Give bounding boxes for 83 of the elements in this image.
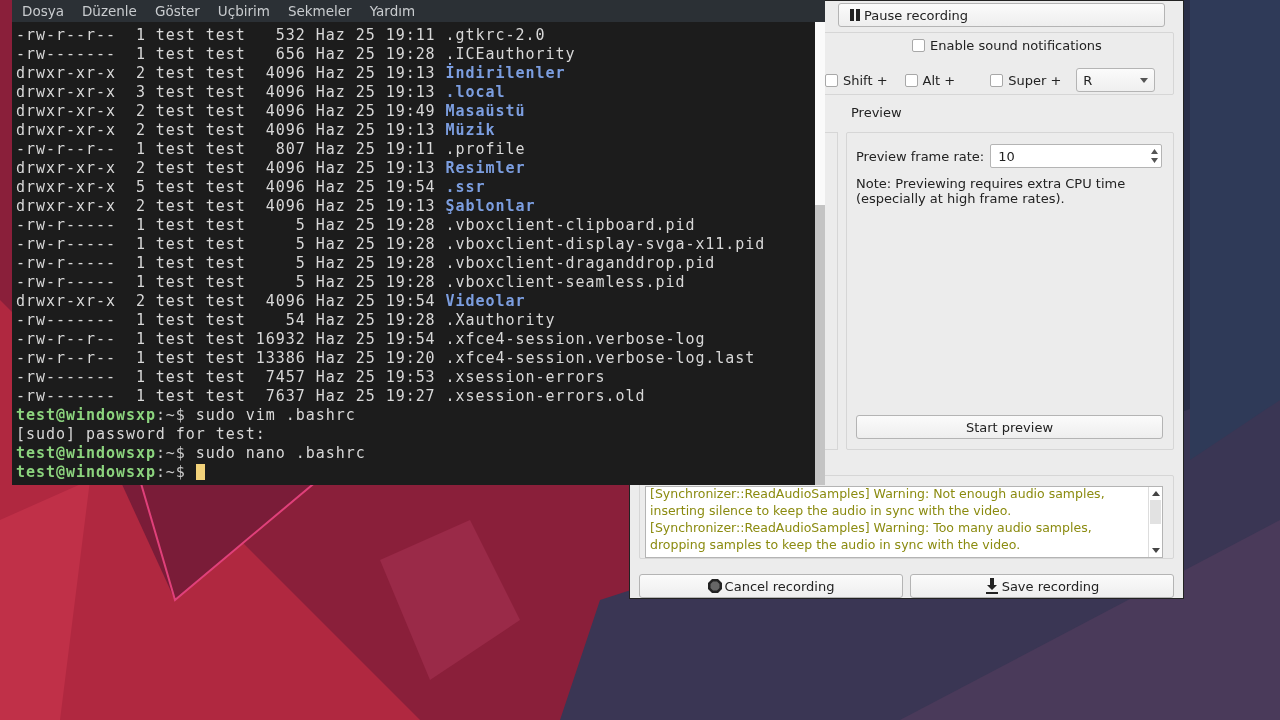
menu-item[interactable]: Düzenle (81, 3, 137, 19)
file-details: drwxr-xr-x 2 test test 4096 Haz 25 19:13 (16, 121, 437, 139)
file-name: Şablonlar (445, 197, 536, 215)
menu-item[interactable]: Yardım (369, 3, 416, 19)
checkbox[interactable] (904, 73, 918, 87)
file-details: -rw-r--r-- 1 test test 807 Haz 25 19:11 (16, 140, 437, 158)
file-details: drwxr-xr-x 5 test test 4096 Haz 25 19:54 (16, 178, 437, 196)
key-dropdown[interactable]: R (1076, 68, 1156, 92)
prompt-path: :~$ (155, 444, 186, 462)
file-name: Masaüstü (445, 102, 526, 120)
prompt-path: :~$ (155, 463, 186, 481)
frame-rate-field[interactable]: 10 (990, 144, 1163, 168)
cancel-button[interactable]: Cancel recording (639, 574, 903, 598)
file-details: -rw-r----- 1 test test 5 Haz 25 19:28 (16, 216, 437, 234)
prompt-user: test@windowsxp (16, 463, 156, 481)
command-text: sudo vim .bashrc (195, 406, 356, 424)
file-details: drwxr-xr-x 2 test test 4096 Haz 25 19:13 (16, 197, 437, 215)
file-name: İndirilenler (445, 64, 566, 82)
prompt-user: test@windowsxp (16, 406, 156, 424)
file-name: .xfce4-session.verbose-log (445, 330, 706, 348)
file-details: drwxr-xr-x 2 test test 4096 Haz 25 19:49 (16, 102, 437, 120)
file-details: -rw-r--r-- 1 test test 16932 Haz 25 19:54 (16, 330, 437, 348)
section-title: Preview (851, 105, 903, 122)
file-name: .vboxclient-clipboard.pid (445, 216, 696, 234)
log-message: [Synchronizer::ReadAudioSamples] Warning: Too many audio samples, dropping samples to keep the audio in sync with the video. (650, 519, 1093, 553)
file-name: Müzik (445, 121, 496, 139)
checkbox-label: Enable sound notifications (930, 38, 1102, 53)
file-name: .xfce4-session.verbose-log.last (445, 349, 756, 367)
file-name: .ICEauthority (445, 45, 576, 63)
file-details: -rw------- 1 test test 7457 Haz 25 19:53 (16, 368, 437, 386)
file-name: .xsession-errors (445, 368, 606, 386)
file-details: drwxr-xr-x 2 test test 4096 Haz 25 19:13 (16, 159, 437, 177)
menu-item[interactable]: Göster (154, 3, 200, 19)
checkbox-label: Shift + (843, 72, 888, 88)
pause-button[interactable]: Pause recording (838, 3, 1165, 27)
checkbox-label: Super + (1008, 72, 1062, 88)
file-name: .local (445, 83, 506, 101)
file-details: -rw-r----- 1 test test 5 Haz 25 19:28 (16, 273, 437, 291)
caret-icon (1140, 77, 1149, 83)
file-name: .vboxclient-draganddrop.pid (445, 254, 716, 272)
field-label: Preview frame rate: (856, 148, 985, 164)
scrollbar[interactable] (1148, 487, 1162, 557)
file-details: -rw-r--r-- 1 test test 532 Haz 25 19:11 (16, 26, 437, 44)
file-details: -rw------- 1 test test 7637 Haz 25 19:27 (16, 387, 437, 405)
scrollbar[interactable] (815, 22, 825, 485)
file-name: .xsession-errors.old (445, 387, 646, 405)
menu-item[interactable]: Dosya (22, 3, 64, 19)
command-text: sudo nano .bashrc (195, 444, 366, 462)
menu-item[interactable]: Uçbirim (217, 3, 270, 19)
file-name: Videolar (445, 292, 526, 310)
file-name: .vboxclient-display-svga-x11.pid (445, 235, 766, 253)
menu-item[interactable]: Sekmeler (287, 3, 352, 19)
file-name: .Xauthority (445, 311, 556, 329)
file-name: .gtkrc-2.0 (445, 26, 546, 44)
note-text: Note: Previewing requires extra CPU time (especially at high frame rates). (856, 176, 1127, 206)
file-details: drwxr-xr-x 2 test test 4096 Haz 25 19:13 (16, 64, 437, 82)
file-name: Resimler (445, 159, 526, 177)
down-arrow-icon[interactable] (1151, 548, 1160, 553)
download-icon (984, 578, 999, 594)
prompt-path: :~$ (155, 406, 186, 424)
spin-arrows-icon (1151, 148, 1159, 164)
log-message: [Synchronizer::ReadAudioSamples] Warning: Not enough audio samples, inserting silence to keep the audio in sync with the video. (650, 487, 1106, 519)
file-details: drwxr-xr-x 3 test test 4096 Haz 25 19:13 (16, 83, 437, 101)
file-details: -rw-r----- 1 test test 5 Haz 25 19:28 (16, 235, 437, 253)
output-text: [sudo] password for test: (16, 425, 266, 443)
file-name: .vboxclient-seamless.pid (445, 273, 686, 291)
file-details: -rw-r----- 1 test test 5 Haz 25 19:28 (16, 254, 437, 272)
file-details: -rw------- 1 test test 656 Haz 25 19:28 (16, 45, 437, 63)
checkbox[interactable] (990, 73, 1004, 87)
file-details: drwxr-xr-x 2 test test 4096 Haz 25 19:54 (16, 292, 437, 310)
up-arrow-icon[interactable] (1151, 491, 1160, 496)
prompt-user: test@windowsxp (16, 444, 156, 462)
stop-icon (707, 579, 722, 593)
file-details: -rw------- 1 test test 54 Haz 25 19:28 (16, 311, 437, 329)
checkbox[interactable] (825, 73, 838, 87)
checkbox[interactable] (912, 39, 925, 52)
file-details: -rw-r--r-- 1 test test 13386 Haz 25 19:20 (16, 349, 437, 367)
checkbox-label: Alt + (922, 72, 956, 88)
pause-icon (849, 9, 861, 21)
start-preview-button[interactable]: Start preview (856, 415, 1163, 439)
file-name: .profile (445, 140, 526, 158)
save-button[interactable]: Save recording (910, 574, 1174, 598)
file-name: .ssr (445, 178, 486, 196)
